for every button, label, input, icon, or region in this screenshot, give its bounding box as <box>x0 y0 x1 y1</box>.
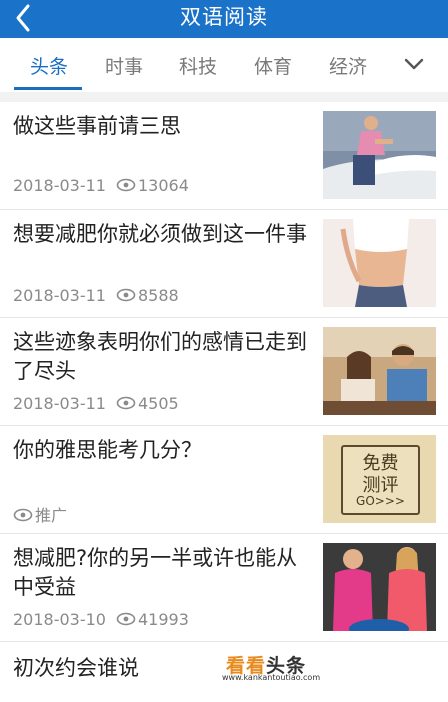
list-item[interactable]: 这些迹象表明你们的感情已走到了尽头 2018-03-11 4505 <box>0 318 448 426</box>
ad-thumbnail: 免费 测评 GO>>> <box>323 435 436 523</box>
header-bar: 双语阅读 <box>0 0 448 38</box>
list-item[interactable]: 想减肥?你的另一半或许也能从中受益 2018-03-10 41993 <box>0 534 448 642</box>
article-views: 13064 <box>137 176 189 195</box>
article-views: 4505 <box>137 394 179 413</box>
tab-economy[interactable]: 经济 <box>329 52 367 79</box>
list-item[interactable]: 初次约会谁说 <box>0 642 448 702</box>
watermark-logo: 看看头条 www.kankantoutiao.com <box>222 651 344 687</box>
views-eye-icon <box>13 508 33 522</box>
article-meta: 2018-03-11 4505 <box>13 394 179 413</box>
watermark-url: www.kankantoutiao.com <box>222 673 321 682</box>
promotion-tag: 推广 <box>35 506 68 525</box>
list-item[interactable]: 做这些事前请三思 2018-03-11 13064 <box>0 102 448 210</box>
list-item[interactable]: 想要减肥你就必须做到这一件事 2018-03-11 8588 <box>0 210 448 318</box>
chevron-down-icon <box>404 58 424 70</box>
more-tabs-button[interactable] <box>402 52 426 76</box>
list-item-ad[interactable]: 你的雅思能考几分？ 推广 免费 测评 GO>>> <box>0 426 448 534</box>
article-meta: 2018-03-11 8588 <box>13 286 179 305</box>
article-title: 做这些事前请三思 <box>13 114 181 138</box>
article-thumbnail <box>323 327 436 415</box>
article-meta: 推广 <box>13 502 67 526</box>
tab-current-affairs[interactable]: 时事 <box>105 52 143 79</box>
article-feed: 做这些事前请三思 2018-03-11 13064 想要减肥你就必须做到这一件事 … <box>0 102 448 702</box>
views-eye-icon <box>116 396 136 410</box>
article-date: 2018-03-11 <box>13 176 106 195</box>
article-date: 2018-03-11 <box>13 394 106 413</box>
views-eye-icon <box>116 612 136 626</box>
tab-technology[interactable]: 科技 <box>179 52 217 79</box>
active-tab-indicator <box>14 87 82 90</box>
article-thumbnail <box>323 111 436 199</box>
article-views: 41993 <box>137 610 189 629</box>
category-tabs: 头条 时事 科技 体育 经济 <box>0 38 448 92</box>
article-thumbnail <box>323 543 436 631</box>
article-title: 想减肥?你的另一半或许也能从中受益 <box>13 546 298 599</box>
article-date: 2018-03-11 <box>13 286 106 305</box>
ad-frame: 免费 测评 GO>>> <box>341 445 420 515</box>
page-title: 双语阅读 <box>180 5 268 29</box>
article-views: 8588 <box>137 286 179 305</box>
tab-sports[interactable]: 体育 <box>254 52 292 79</box>
article-title: 想要减肥你就必须做到这一件事 <box>13 222 307 246</box>
article-title: 你的雅思能考几分？ <box>13 438 202 462</box>
views-eye-icon <box>116 178 136 192</box>
article-meta: 2018-03-10 41993 <box>13 610 189 629</box>
article-meta: 2018-03-11 13064 <box>13 176 189 195</box>
views-eye-icon <box>116 288 136 302</box>
tab-headlines[interactable]: 头条 <box>30 52 68 79</box>
article-thumbnail <box>323 219 436 307</box>
section-divider <box>0 92 448 102</box>
ad-line-3: GO>>> <box>356 494 405 508</box>
article-date: 2018-03-10 <box>13 610 106 629</box>
article-title: 这些迹象表明你们的感情已走到了尽头 <box>13 330 307 383</box>
